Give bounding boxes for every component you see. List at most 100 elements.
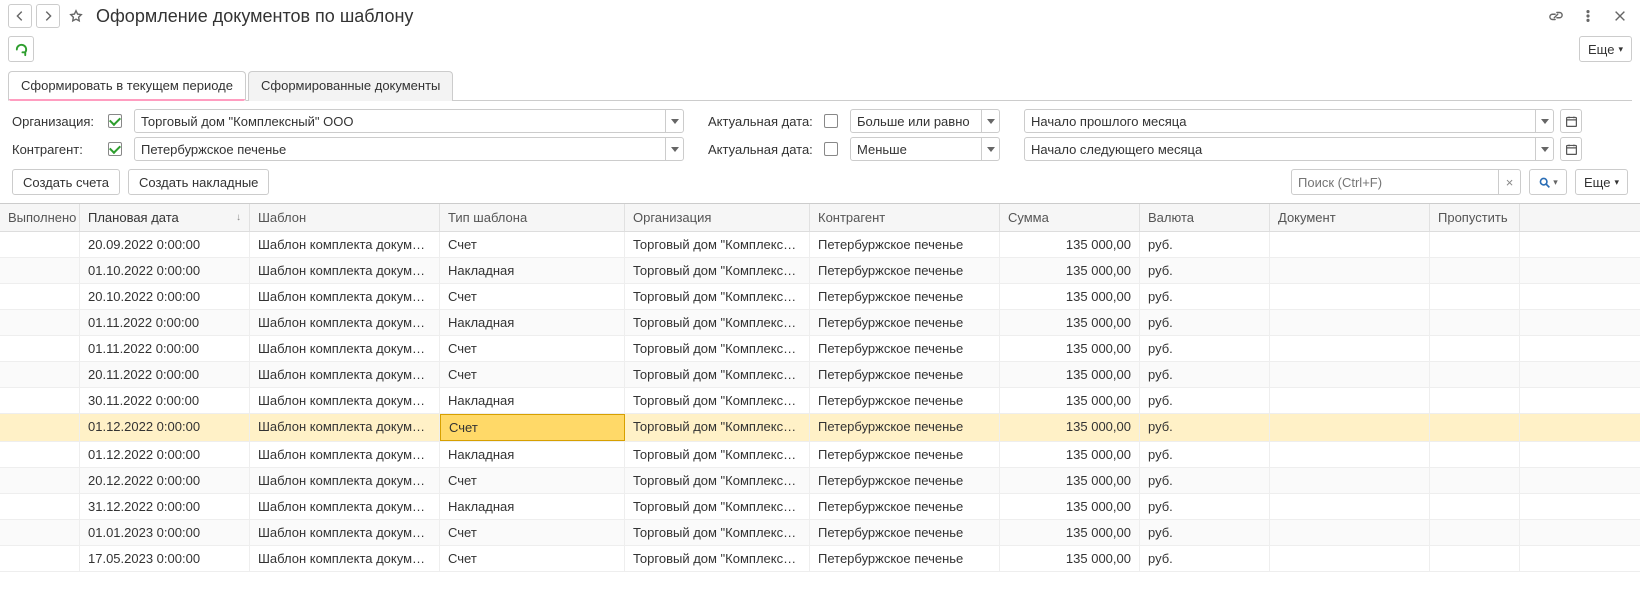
table-row[interactable]: 01.12.2022 0:00:00Шаблон комплекта докум… (0, 414, 1640, 442)
star-icon[interactable] (64, 4, 88, 28)
cell-cp: Петербуржское печенье (810, 388, 1000, 413)
tab-generated-docs[interactable]: Сформированные документы (248, 71, 453, 101)
cell-cp: Петербуржское печенье (810, 258, 1000, 283)
table-row[interactable]: 01.11.2022 0:00:00Шаблон комплекта докум… (0, 336, 1640, 362)
table-row[interactable]: 01.12.2022 0:00:00Шаблон комплекта докум… (0, 442, 1640, 468)
calendar-icon[interactable] (1560, 137, 1582, 161)
op1-select[interactable]: Больше или равно (850, 109, 1000, 133)
link-icon[interactable] (1544, 4, 1568, 28)
cell-cur: руб. (1140, 494, 1270, 519)
col-type[interactable]: Тип шаблона (440, 204, 625, 231)
table-row[interactable]: 20.12.2022 0:00:00Шаблон комплекта докум… (0, 468, 1640, 494)
table-row[interactable]: 20.09.2022 0:00:00Шаблон комплекта докум… (0, 232, 1640, 258)
cell-done (0, 442, 80, 467)
cell-done (0, 258, 80, 283)
cell-sum: 135 000,00 (1000, 284, 1140, 309)
cell-template: Шаблон комплекта документ... (250, 414, 440, 441)
op2-select[interactable]: Меньше (850, 137, 1000, 161)
clear-icon[interactable]: × (1498, 170, 1520, 194)
chevron-down-icon[interactable] (1535, 138, 1553, 160)
table-row[interactable]: 17.05.2023 0:00:00Шаблон комплекта докум… (0, 546, 1640, 572)
cell-date: 20.11.2022 0:00:00 (80, 362, 250, 387)
cell-cur: руб. (1140, 336, 1270, 361)
col-plan-date[interactable]: Плановая дата↓ (80, 204, 250, 231)
refresh-button[interactable] (8, 36, 34, 62)
cell-sum: 135 000,00 (1000, 414, 1140, 441)
cell-org: Торговый дом "Комплексный... (625, 362, 810, 387)
search-button[interactable]: ▾ (1529, 169, 1567, 195)
table-row[interactable]: 01.01.2023 0:00:00Шаблон комплекта докум… (0, 520, 1640, 546)
cell-cur: руб. (1140, 442, 1270, 467)
cell-template: Шаблон комплекта документ... (250, 520, 440, 545)
org-input[interactable]: Торговый дом "Комплексный" ООО (134, 109, 684, 133)
date1-check[interactable] (824, 114, 838, 128)
back-button[interactable] (8, 4, 32, 28)
cell-skip (1430, 284, 1520, 309)
col-sum[interactable]: Сумма (1000, 204, 1140, 231)
cell-sum: 135 000,00 (1000, 546, 1140, 571)
close-icon[interactable] (1608, 4, 1632, 28)
cell-cur: руб. (1140, 284, 1270, 309)
cell-org: Торговый дом "Комплексный... (625, 442, 810, 467)
cell-type: Счет (440, 284, 625, 309)
table-row[interactable]: 20.10.2022 0:00:00Шаблон комплекта докум… (0, 284, 1640, 310)
cell-doc (1270, 494, 1430, 519)
more-button-top[interactable]: Еще▾ (1579, 36, 1632, 62)
create-invoices-button[interactable]: Создать счета (12, 169, 120, 195)
cp-check[interactable] (108, 142, 122, 156)
forward-button[interactable] (36, 4, 60, 28)
chevron-down-icon[interactable] (1535, 110, 1553, 132)
cell-sum: 135 000,00 (1000, 468, 1140, 493)
org-label: Организация: (12, 114, 102, 129)
cell-org: Торговый дом "Комплексный... (625, 310, 810, 335)
col-org[interactable]: Организация (625, 204, 810, 231)
cell-date: 01.10.2022 0:00:00 (80, 258, 250, 283)
table-row[interactable]: 01.10.2022 0:00:00Шаблон комплекта докум… (0, 258, 1640, 284)
cell-template: Шаблон комплекта документ... (250, 442, 440, 467)
tab-generate-current[interactable]: Сформировать в текущем периоде (8, 71, 246, 101)
table-row[interactable]: 31.12.2022 0:00:00Шаблон комплекта докум… (0, 494, 1640, 520)
cell-sum: 135 000,00 (1000, 258, 1140, 283)
kebab-icon[interactable] (1576, 4, 1600, 28)
chevron-down-icon[interactable] (665, 110, 683, 132)
date2-value[interactable]: Начало следующего месяца (1024, 137, 1554, 161)
cell-cp: Петербуржское печенье (810, 284, 1000, 309)
table-row[interactable]: 30.11.2022 0:00:00Шаблон комплекта докум… (0, 388, 1640, 414)
create-waybills-button[interactable]: Создать накладные (128, 169, 269, 195)
cell-done (0, 362, 80, 387)
cell-sum: 135 000,00 (1000, 494, 1140, 519)
cell-skip (1430, 442, 1520, 467)
chevron-down-icon[interactable] (981, 110, 999, 132)
cell-done (0, 388, 80, 413)
cell-org: Торговый дом "Комплексный... (625, 414, 810, 441)
col-done[interactable]: Выполнено (0, 204, 80, 231)
cell-doc (1270, 232, 1430, 257)
cp-input[interactable]: Петербуржское печенье (134, 137, 684, 161)
cell-skip (1430, 232, 1520, 257)
cell-sum: 135 000,00 (1000, 442, 1140, 467)
col-skip[interactable]: Пропустить (1430, 204, 1520, 231)
cell-cur: руб. (1140, 388, 1270, 413)
date1-value[interactable]: Начало прошлого месяца (1024, 109, 1554, 133)
cell-date: 01.11.2022 0:00:00 (80, 310, 250, 335)
col-cp[interactable]: Контрагент (810, 204, 1000, 231)
cell-template: Шаблон комплекта документ... (250, 310, 440, 335)
chevron-down-icon[interactable] (665, 138, 683, 160)
col-doc[interactable]: Документ (1270, 204, 1430, 231)
table-row[interactable]: 20.11.2022 0:00:00Шаблон комплекта докум… (0, 362, 1640, 388)
cell-cp: Петербуржское печенье (810, 362, 1000, 387)
col-cur[interactable]: Валюта (1140, 204, 1270, 231)
cell-cp: Петербуржское печенье (810, 468, 1000, 493)
cell-type: Счет (440, 336, 625, 361)
cell-cp: Петербуржское печенье (810, 494, 1000, 519)
org-check[interactable] (108, 114, 122, 128)
more-button-grid[interactable]: Еще▾ (1575, 169, 1628, 195)
search-field[interactable] (1292, 175, 1498, 190)
table-row[interactable]: 01.11.2022 0:00:00Шаблон комплекта докум… (0, 310, 1640, 336)
date2-check[interactable] (824, 142, 838, 156)
cell-cp: Петербуржское печенье (810, 414, 1000, 441)
chevron-down-icon[interactable] (981, 138, 999, 160)
col-template[interactable]: Шаблон (250, 204, 440, 231)
search-input[interactable]: × (1291, 169, 1521, 195)
calendar-icon[interactable] (1560, 109, 1582, 133)
